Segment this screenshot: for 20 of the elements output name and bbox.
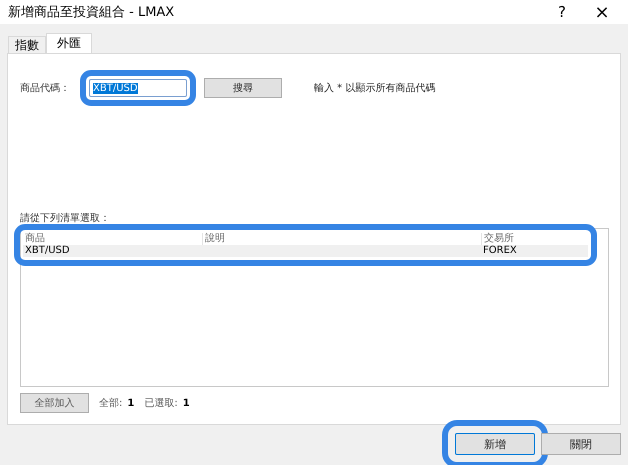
search-button[interactable]: 搜尋 xyxy=(204,78,282,98)
tab[interactable]: 指數 xyxy=(8,36,46,53)
count-label: 全部: xyxy=(99,396,122,410)
field-value: XBT/USD xyxy=(93,82,138,94)
column-header[interactable]: 商品 xyxy=(23,233,202,245)
table-cell-text: FOREX xyxy=(482,245,518,257)
table-row[interactable]: XBT/USD FOREX xyxy=(23,245,588,257)
close-button[interactable]: × xyxy=(582,0,622,24)
add-all-button[interactable]: 全部加入 xyxy=(20,393,89,413)
list-label: 請從下列清單選取： xyxy=(20,212,111,225)
table-cell-text: XBT/USD xyxy=(24,245,71,257)
hint-text: 輸入 * 以顯示所有商品代碼 xyxy=(314,82,436,95)
count-value: 1 xyxy=(127,398,134,408)
count-value: 1 xyxy=(182,398,190,408)
window-title: 新增商品至投資組合 - LMAX xyxy=(8,4,176,21)
field-label: 商品代碼： xyxy=(20,82,70,95)
tab[interactable]: 外匯 xyxy=(46,33,92,53)
close-dialog-button[interactable]: 關閉 xyxy=(541,433,621,455)
count-label: 已選取: xyxy=(144,397,178,410)
help-button[interactable]: ? xyxy=(542,0,582,24)
